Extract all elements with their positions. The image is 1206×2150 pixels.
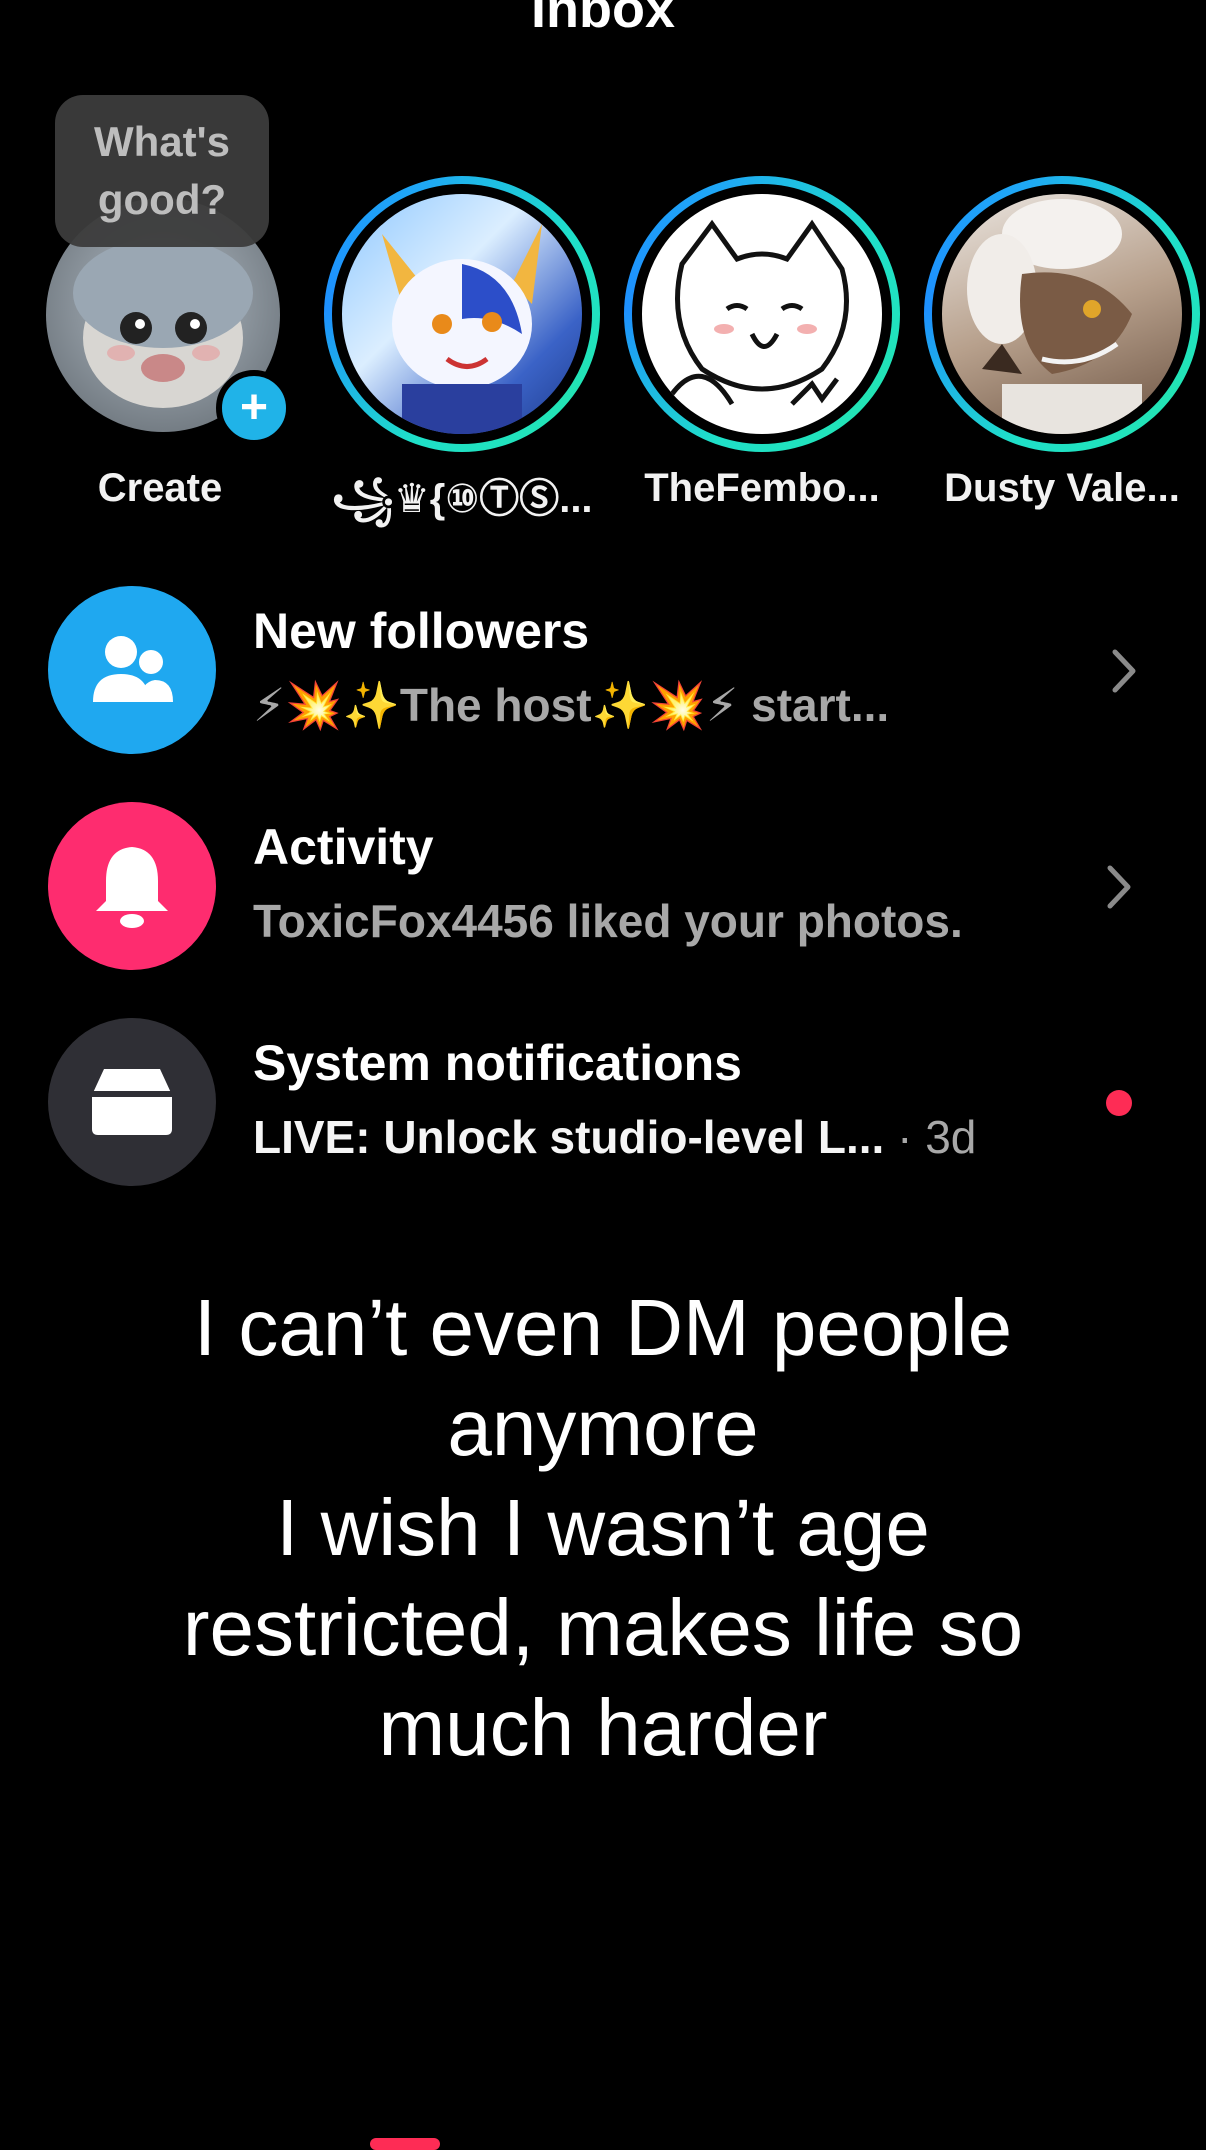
row-title: System notifications — [253, 1035, 742, 1091]
stories-row: What's good? + Create ꧁♛{⑩ⓉⓈ... TheFembo… — [0, 0, 1206, 560]
row-subtitle: ToxicFox4456 liked your photos. — [253, 895, 963, 947]
people-icon — [48, 586, 216, 754]
row-subtitle: LIVE: Unlock studio-level L... · 3d — [253, 1110, 976, 1164]
story-label: TheFembo... — [644, 466, 880, 510]
wolf-avatar-icon — [967, 199, 1142, 434]
new-followers-row[interactable]: New followers ⚡💥✨The host✨💥⚡ start... — [0, 586, 1206, 776]
chevron-right-icon — [1112, 649, 1136, 693]
inbox-tray-icon — [48, 1018, 216, 1186]
activity-row[interactable]: Activity ToxicFox4456 liked your photos. — [0, 802, 1206, 992]
row-subtitle: ⚡💥✨The host✨💥⚡ start... — [253, 679, 890, 731]
unread-dot — [1106, 1090, 1132, 1116]
whats-good-bubble[interactable]: What's good? — [55, 95, 269, 247]
caption-line: I can’t even DM people — [193, 1283, 1013, 1372]
chevron-right-icon — [1107, 865, 1131, 909]
story-avatar — [342, 194, 582, 434]
story-ring — [624, 176, 900, 452]
story-label: ꧁♛{⑩ⓉⓈ... — [331, 477, 593, 521]
row-title: New followers — [253, 603, 590, 659]
system-notifications-row[interactable]: System notifications LIVE: Unlock studio… — [0, 1018, 1206, 1208]
caption-line: anymore — [447, 1383, 759, 1472]
create-plus-icon[interactable]: + — [216, 370, 292, 446]
story-avatar — [942, 194, 1182, 434]
row-time: · 3d — [897, 1111, 977, 1163]
character-avatar-icon — [382, 224, 542, 434]
sketch-cat-icon — [670, 219, 849, 406]
story-ring — [924, 176, 1200, 452]
story-avatar — [642, 194, 882, 434]
caption-line: I wish I wasn’t age — [276, 1483, 930, 1572]
bell-icon — [48, 802, 216, 970]
create-label: Create — [97, 466, 223, 510]
row-title: Activity — [253, 819, 434, 875]
caption-line: much harder — [378, 1683, 828, 1772]
story-ring — [324, 176, 600, 452]
story-label: Dusty Vale... — [944, 466, 1180, 510]
caption-overlay: I can’t even DM people anymore I wish I … — [100, 1278, 1106, 1778]
row-subtitle-text: LIVE: Unlock studio-level L... — [253, 1111, 885, 1163]
bottom-tab-indicator — [370, 2138, 440, 2150]
caption-line: restricted, makes life so — [182, 1583, 1024, 1672]
